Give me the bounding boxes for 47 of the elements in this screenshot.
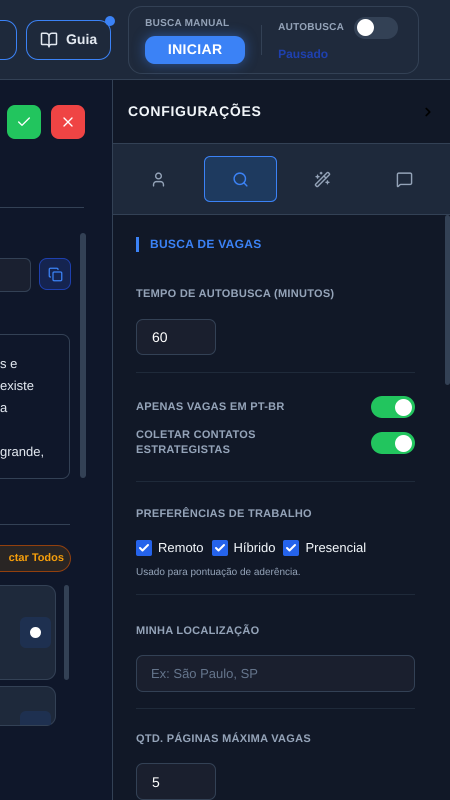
- max-pages-input[interactable]: 5: [136, 763, 216, 800]
- checkbox-label: Presencial: [305, 539, 366, 558]
- autosearch-toggle[interactable]: [354, 16, 398, 38]
- book-icon: [40, 30, 58, 48]
- panel-title: CONFIGURAÇÕES: [128, 102, 262, 121]
- toggle-label: COLETAR CONTATOS ESTRATEGISTAS: [136, 428, 257, 458]
- autosearch-status: Pausado: [278, 46, 330, 62]
- text-line: grande,: [0, 443, 44, 461]
- chat-bubble-icon: [396, 170, 414, 188]
- checkbox-label: Híbrido: [234, 539, 276, 558]
- check-icon: [138, 542, 150, 554]
- text-line: existe: [0, 377, 34, 395]
- manual-search-label: BUSCA MANUAL: [145, 16, 230, 30]
- toggle-switch[interactable]: [371, 432, 415, 454]
- field-label: MINHA LOCALIZAÇÃO: [136, 623, 260, 639]
- checkbox[interactable]: [136, 540, 152, 556]
- copy-button[interactable]: [39, 258, 71, 290]
- text-field[interactable]: [0, 258, 31, 292]
- autosearch-label: AUTOBUSCA: [278, 21, 344, 35]
- field-label: PREFERÊNCIAS DE TRABALHO: [136, 506, 313, 522]
- checkbox[interactable]: [283, 540, 300, 556]
- text-line: a: [0, 399, 8, 417]
- section-title: BUSCA DE VAGAS: [136, 237, 262, 252]
- location-input[interactable]: Ex: São Paulo, SP: [136, 655, 415, 692]
- check-icon: [214, 542, 226, 554]
- check-icon: [285, 542, 298, 554]
- field-label: TEMPO DE AUTOBUSCA (MINUTOS): [136, 287, 336, 302]
- checkbox-label: Remoto: [158, 539, 204, 558]
- reject-button[interactable]: [51, 105, 85, 139]
- interval-input[interactable]: 60: [136, 318, 216, 356]
- select-all-button[interactable]: ctar Todos: [0, 545, 71, 572]
- text-line: s e: [0, 355, 18, 373]
- start-button[interactable]: INICIAR: [145, 36, 246, 64]
- toggle-label: APENAS VAGAS EM PT-BR: [136, 400, 286, 415]
- magic-wand-icon: [314, 170, 332, 188]
- text-area[interactable]: s e existe a grande,: [0, 334, 70, 479]
- checkbox[interactable]: [212, 540, 228, 556]
- guide-button[interactable]: Guia: [26, 20, 112, 60]
- copy-icon: [48, 266, 62, 282]
- field-label: QTD. PÁGINAS MÁXIMA VAGAS: [136, 731, 312, 747]
- header-button[interactable]: [0, 20, 17, 60]
- hint-text: Usado para pontuação de aderência.: [136, 566, 302, 580]
- approve-button[interactable]: [7, 105, 41, 139]
- icon-button[interactable]: [20, 617, 51, 648]
- search-icon: [232, 170, 249, 188]
- toggle-switch[interactable]: [371, 396, 415, 418]
- settings-tab[interactable]: [204, 156, 277, 202]
